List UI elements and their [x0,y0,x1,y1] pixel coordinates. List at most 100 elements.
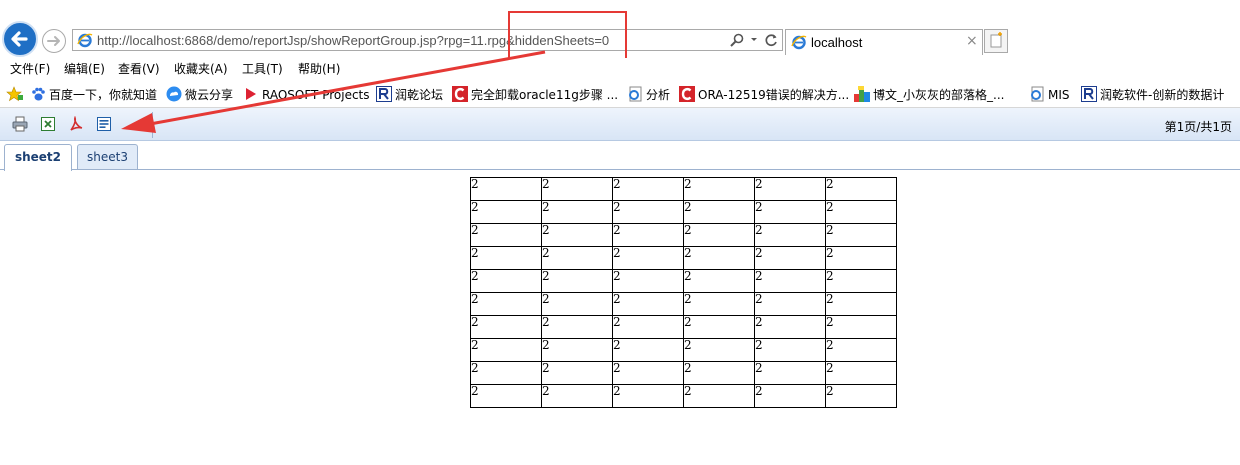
table-cell: 2 [683,200,755,224]
search-icon[interactable] [729,32,745,48]
favorite-baidu[interactable]: 百度一下，你就知道 [30,86,157,104]
menu-edit[interactable]: 编辑(E) [64,60,105,77]
table-cell: 2 [683,246,755,270]
print-icon[interactable] [12,116,28,132]
new-tab-button[interactable] [984,29,1008,53]
refresh-icon[interactable] [763,32,779,48]
back-button[interactable] [2,21,38,57]
csdn-c-icon [452,86,468,102]
favorites-star-icon[interactable] [6,86,24,102]
menu-view[interactable]: 查看(V) [118,60,160,77]
table-cell: 2 [541,292,613,316]
table-cell: 2 [541,384,613,408]
table-cell: 2 [825,200,897,224]
favorite-weiyun[interactable]: 微云分享 [166,86,233,104]
table-cell: 2 [754,315,826,339]
cell-value: 2 [826,361,834,375]
browser-tab[interactable]: localhost × [785,29,983,55]
table-cell: 2 [612,246,684,270]
address-bar[interactable]: http://localhost:6868/demo/reportJsp/sho… [72,29,783,51]
forward-arrow-icon [47,36,60,46]
raqsoft-icon [246,88,256,100]
table-cell: 2 [754,384,826,408]
table-cell: 2 [470,361,542,385]
favorite-label: ORA-12519错误的解决方... [698,88,850,102]
favorite-blog[interactable]: 博文_小灰灰的部落格_... [854,86,1004,104]
back-arrow-icon [11,31,28,47]
pdf-export-icon[interactable] [68,116,84,132]
table-cell: 2 [612,269,684,293]
excel-export-icon[interactable] [40,116,56,132]
table-cell: 2 [612,177,684,201]
cell-value: 2 [755,177,763,191]
table-cell: 2 [825,269,897,293]
toolbar-separator [152,112,153,138]
cell-value: 2 [471,177,479,191]
cell-value: 2 [755,200,763,214]
favorite-oracle-uninstall[interactable]: 完全卸载oracle11g步骤 ... [452,86,618,104]
table-cell: 2 [825,223,897,247]
favorite-analysis[interactable]: 分析 [627,86,670,104]
cell-value: 2 [755,315,763,329]
table-cell: 2 [683,177,755,201]
table-row: 2 2 2 2 2 2 [470,292,897,316]
tab-sheet3[interactable]: sheet3 [77,144,138,169]
menu-file[interactable]: 文件(F) [10,60,50,77]
tab-sheet2[interactable]: sheet2 [4,144,72,171]
favorite-ora-12519[interactable]: ORA-12519错误的解决方... [679,86,849,104]
cell-value: 2 [755,292,763,306]
cell-value: 2 [542,200,550,214]
favorite-mis[interactable]: MIS [1029,86,1070,104]
cell-value: 2 [826,200,834,214]
favorite-label: 润乾论坛 [395,88,444,102]
cell-value: 2 [613,246,621,260]
cell-value: 2 [826,269,834,283]
cell-value: 2 [684,223,692,237]
table-row: 2 2 2 2 2 2 [470,177,897,201]
menu-help[interactable]: 帮助(H) [298,60,340,77]
table-cell: 2 [541,338,613,362]
favorite-label: 百度一下，你就知道 [49,88,158,102]
browser-chrome: http://localhost:6868/demo/reportJsp/sho… [0,0,1240,61]
table-cell: 2 [541,200,613,224]
menu-tools[interactable]: 工具(T) [242,60,283,77]
cell-value: 2 [755,269,763,283]
favorite-label: 分析 [646,88,671,102]
table-cell: 2 [825,177,897,201]
favorite-raqsoft[interactable]: RAQSOFT Projects [243,86,370,104]
ie-logo-icon [791,35,807,50]
table-cell: 2 [470,292,542,316]
table-cell: 2 [470,384,542,408]
page-indicator: 第1页/共1页 [1164,120,1232,134]
favorite-runqian-software[interactable]: 润乾软件-创新的数据计 [1081,86,1224,104]
table-row: 2 2 2 2 2 2 [470,223,897,247]
ie-logo-icon [77,33,93,48]
table-cell: 2 [612,292,684,316]
forward-button[interactable] [42,29,66,53]
table-cell: 2 [470,177,542,201]
table-cell: 2 [541,246,613,270]
cell-value: 2 [542,361,550,375]
cell-value: 2 [684,177,692,191]
favorite-runqian-forum[interactable]: 润乾论坛 [376,86,443,104]
table-cell: 2 [825,315,897,339]
report-table: 2222222222222222222222222222222222222222… [470,177,897,408]
cell-value: 2 [471,384,479,398]
table-cell: 2 [541,269,613,293]
table-cell: 2 [683,384,755,408]
close-tab-icon[interactable]: × [966,33,978,49]
chevron-down-icon[interactable] [749,33,759,47]
table-cell: 2 [470,246,542,270]
word-export-icon[interactable] [96,116,112,132]
weiyun-cloud-icon [166,86,182,102]
table-cell: 2 [754,292,826,316]
cell-value: 2 [755,246,763,260]
menu-favorites[interactable]: 收藏夹(A) [174,60,228,77]
annotation-highlight-box [508,11,627,61]
menu-bar: 文件(F) 编辑(E) 查看(V) 收藏夹(A) 工具(T) 帮助(H) [0,58,1240,80]
table-cell: 2 [825,246,897,270]
cell-value: 2 [471,292,479,306]
cell-value: 2 [826,292,834,306]
table-cell: 2 [754,223,826,247]
table-cell: 2 [470,200,542,224]
